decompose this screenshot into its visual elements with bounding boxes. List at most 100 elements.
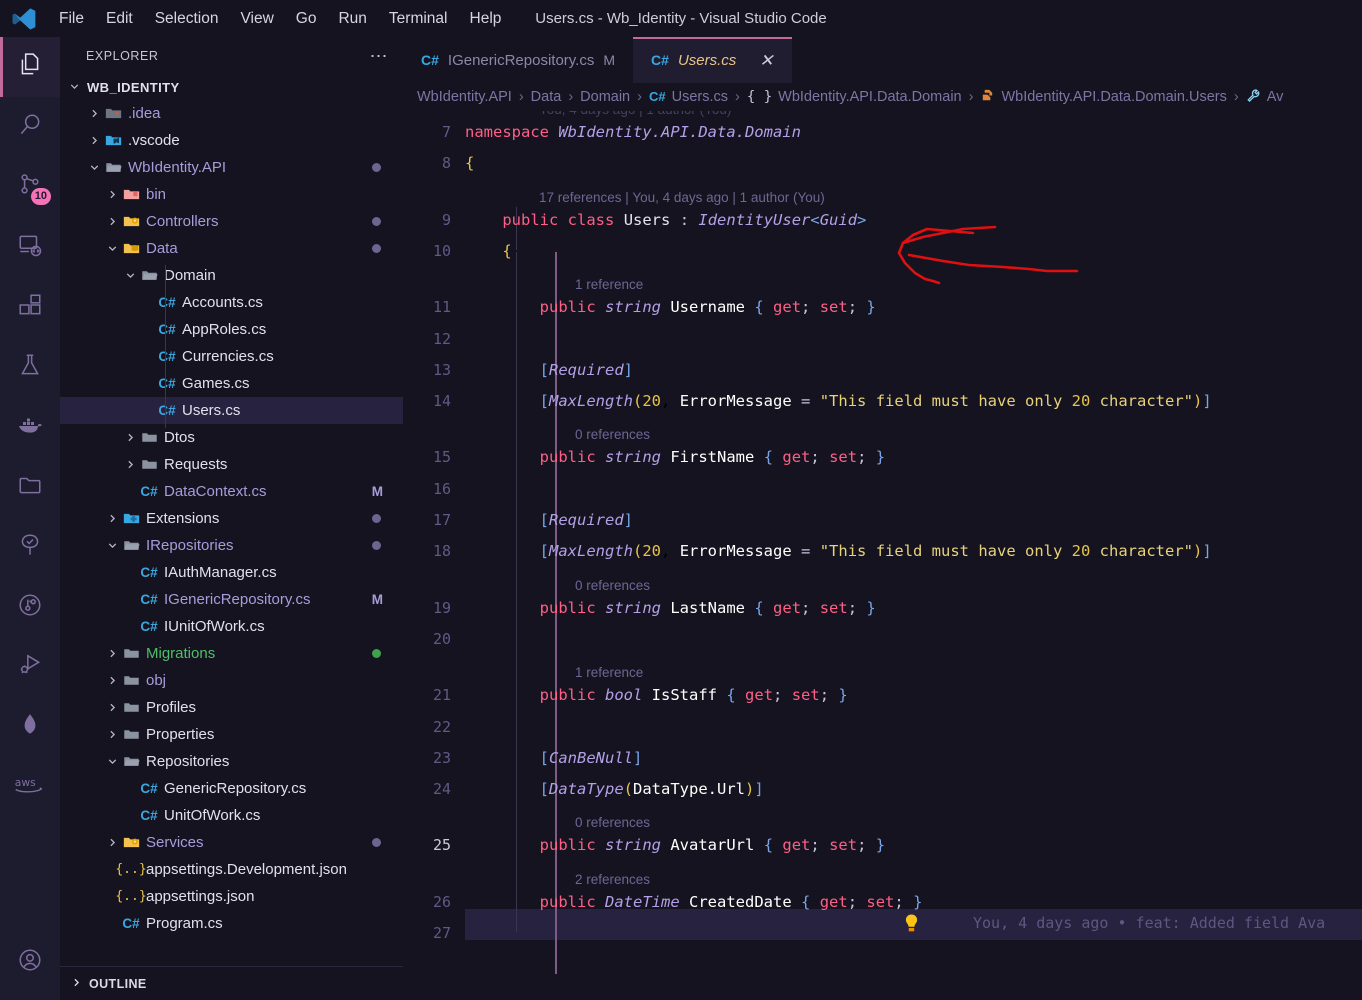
tree-item-services[interactable]: Services (60, 829, 403, 856)
tree-item-extensions[interactable]: Extensions (60, 505, 403, 532)
tree-item-datacontext-cs[interactable]: C# DataContext.cs M (60, 478, 403, 505)
tree-item-controllers[interactable]: Controllers (60, 208, 403, 235)
menu-view[interactable]: View (229, 7, 284, 31)
activitybar-testing[interactable] (0, 337, 60, 397)
tree-item-genericrepository-cs[interactable]: C# GenericRepository.cs (60, 775, 403, 802)
code-line[interactable]: 18 [MaxLength(20, ErrorMessage = "This f… (403, 542, 1362, 560)
close-icon[interactable]: ✕ (759, 52, 773, 69)
breadcrumb-item-6[interactable]: Av (1246, 88, 1283, 107)
code-line[interactable]: 23 [CanBeNull] (403, 749, 1362, 767)
breadcrumb-item-0[interactable]: WbIdentity.API (417, 89, 512, 105)
menu-help[interactable]: Help (459, 7, 513, 31)
code-editor[interactable]: You, 4 days ago | 1 author (You) 7 namesp… (403, 111, 1362, 1000)
breadcrumb-item-3[interactable]: C# Users.cs (649, 89, 728, 105)
activitybar-run-debug[interactable] (0, 637, 60, 697)
tree-item-repositories[interactable]: Repositories (60, 748, 403, 775)
tree-item-bin[interactable]: bin (60, 181, 403, 208)
chevron-right-icon[interactable] (104, 647, 120, 660)
activitybar-explorer[interactable] (0, 37, 60, 97)
code-line[interactable]: 19 public string LastName { get; set; } (403, 599, 1362, 617)
tree-item-data[interactable]: Data (60, 235, 403, 262)
menu-terminal[interactable]: Terminal (378, 7, 459, 31)
tree-item-properties[interactable]: Properties (60, 721, 403, 748)
lightbulb-icon[interactable] (903, 913, 920, 935)
outline-section[interactable]: OUTLINE (60, 966, 403, 1000)
tree-item-appsettings-development-json[interactable]: {..} appsettings.Development.json (60, 856, 403, 883)
breadcrumb-item-4[interactable]: { } WbIdentity.API.Data.Domain (747, 89, 962, 105)
tree-item-games-cs[interactable]: C# Games.cs (60, 370, 403, 397)
code-line[interactable]: 26 public DateTime CreatedDate { get; se… (403, 893, 1362, 911)
menu-bar[interactable]: File Edit Selection View Go Run Terminal… (48, 0, 512, 37)
tree-item-iunitofwork-cs[interactable]: C# IUnitOfWork.cs (60, 613, 403, 640)
code-line[interactable]: 21 public bool IsStaff { get; set; } (403, 686, 1362, 704)
chevron-down-icon[interactable] (122, 269, 138, 282)
code-line[interactable]: 25 public string AvatarUrl { get; set; } (403, 836, 1362, 854)
code-line[interactable]: 17 [Required] (403, 511, 1362, 529)
code-line[interactable]: 11 public string Username { get; set; } (403, 298, 1362, 316)
chevron-right-icon[interactable] (104, 674, 120, 687)
tree-item-domain[interactable]: Domain (60, 262, 403, 289)
tab-igenericrepository[interactable]: C# IGenericRepository.cs M (403, 37, 634, 83)
chevron-right-icon[interactable] (104, 512, 120, 525)
tree-item-iauthmanager-cs[interactable]: C# IAuthManager.cs (60, 559, 403, 586)
chevron-right-icon[interactable] (104, 188, 120, 201)
code-line[interactable]: 15 public string FirstName { get; set; } (403, 448, 1362, 466)
code-line[interactable]: 8{ (403, 154, 1362, 172)
tree-item-approles-cs[interactable]: C# AppRoles.cs (60, 316, 403, 343)
code-line[interactable]: 9 public class Users : IdentityUser<Guid… (403, 211, 1362, 229)
tree-item-profiles[interactable]: Profiles (60, 694, 403, 721)
activitybar-git-graph[interactable] (0, 577, 60, 637)
workspace-root-row[interactable]: WB_IDENTITY (60, 75, 403, 100)
tree-item-requests[interactable]: Requests (60, 451, 403, 478)
code-line[interactable]: 7 namespace WbIdentity.API.Data.Domain (403, 123, 1362, 141)
tree-item--idea[interactable]: .idea (60, 100, 403, 127)
chevron-right-icon[interactable] (104, 728, 120, 741)
chevron-down-icon[interactable] (104, 755, 120, 768)
tree-item--vscode[interactable]: .vscode (60, 127, 403, 154)
chevron-down-icon[interactable] (104, 242, 120, 255)
tree-item-appsettings-json[interactable]: {..} appsettings.json (60, 883, 403, 910)
chevron-right-icon[interactable] (104, 836, 120, 849)
activitybar-mongodb[interactable] (0, 697, 60, 757)
tree-item-users-cs[interactable]: C# Users.cs (60, 397, 403, 424)
code-line[interactable]: 14 [MaxLength(20, ErrorMessage = "This f… (403, 392, 1362, 410)
ellipsis-icon[interactable]: ⋯ (370, 47, 390, 65)
codelens-annotation[interactable]: 1 reference (575, 665, 643, 680)
chevron-right-icon[interactable] (104, 215, 120, 228)
tree-item-program-cs[interactable]: C# Program.cs (60, 910, 403, 937)
activitybar-search[interactable] (0, 97, 60, 157)
chevron-right-icon[interactable] (122, 458, 138, 471)
activitybar-docker[interactable] (0, 397, 60, 457)
activitybar-extensions[interactable] (0, 277, 60, 337)
breadcrumb-item-5[interactable]: WbIdentity.API.Data.Domain.Users (980, 88, 1227, 107)
tree-item-obj[interactable]: obj (60, 667, 403, 694)
chevron-right-icon[interactable] (86, 107, 102, 120)
code-line[interactable]: 16 (403, 480, 1362, 498)
tree-item-igenericrepository-cs[interactable]: C# IGenericRepository.cs M (60, 586, 403, 613)
chevron-down-icon[interactable] (104, 539, 120, 552)
codelens-annotation[interactable]: 0 references (575, 578, 650, 593)
menu-edit[interactable]: Edit (95, 7, 144, 31)
activitybar-folder-project[interactable] (0, 457, 60, 517)
activitybar-aws[interactable]: aws (0, 757, 60, 817)
code-line[interactable]: 20 (403, 630, 1362, 648)
tree-item-accounts-cs[interactable]: C# Accounts.cs (60, 289, 403, 316)
breadcrumb[interactable]: WbIdentity.API › Data › Domain › C# Users.cs › { … (403, 83, 1362, 111)
chevron-right-icon[interactable] (104, 701, 120, 714)
code-line[interactable]: 12 (403, 330, 1362, 348)
code-line[interactable]: 10 { (403, 242, 1362, 260)
codelens-annotation[interactable]: 1 reference (575, 277, 643, 292)
codelens-annotation[interactable]: 17 references | You, 4 days ago | 1 auth… (539, 190, 825, 205)
codelens-annotation[interactable]: 0 references (575, 427, 650, 442)
chevron-down-icon[interactable] (86, 161, 102, 174)
menu-go[interactable]: Go (285, 7, 328, 31)
menu-selection[interactable]: Selection (144, 7, 230, 31)
chevron-right-icon[interactable] (86, 134, 102, 147)
tree-item-unitofwork-cs[interactable]: C# UnitOfWork.cs (60, 802, 403, 829)
tree-item-dtos[interactable]: Dtos (60, 424, 403, 451)
code-line[interactable]: 22 (403, 718, 1362, 736)
codelens-annotation[interactable]: 0 references (575, 815, 650, 830)
breadcrumb-item-1[interactable]: Data (531, 89, 562, 105)
tab-users[interactable]: C# Users.cs ✕ (633, 37, 792, 83)
tree-item-irepositories[interactable]: IRepositories (60, 532, 403, 559)
